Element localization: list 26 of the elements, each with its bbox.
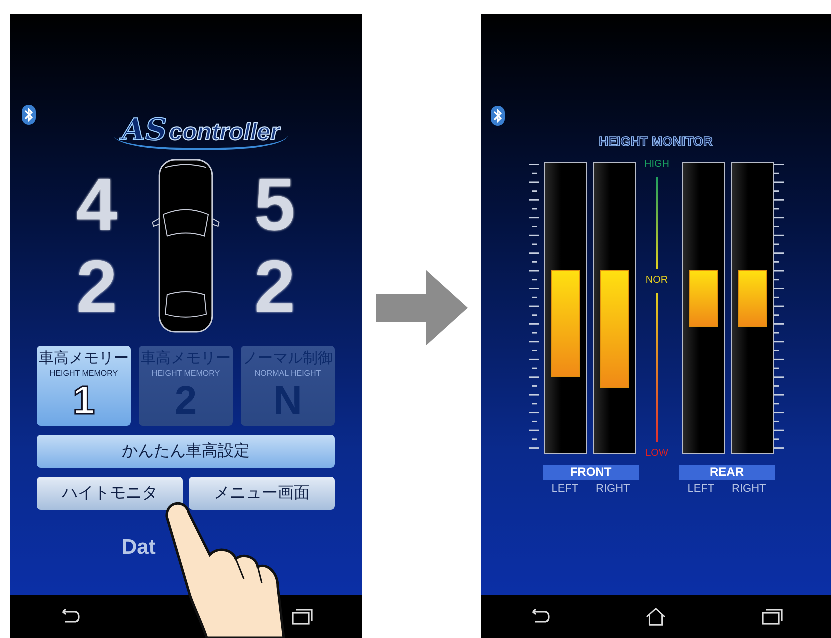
height-value: 4 <box>75 164 119 246</box>
easy-height-setting-button[interactable]: かんたん車高設定 <box>37 435 335 468</box>
home-icon[interactable] <box>644 608 668 626</box>
app-logo: AScontroller <box>114 114 288 150</box>
memory-button[interactable]: 車高メモリー HEIGHT MEMORY 1 <box>37 346 131 426</box>
height-value: 2 <box>75 246 119 328</box>
side-label: LEFT <box>552 483 579 495</box>
bluetooth-icon <box>491 106 505 126</box>
side-label: RIGHT <box>732 483 766 495</box>
side-label: RIGHT <box>596 483 630 495</box>
axle-label: FRONT <box>543 465 639 480</box>
right-arrow-icon <box>376 270 468 346</box>
axle-label: REAR <box>679 465 775 480</box>
recent-apps-icon[interactable] <box>760 608 785 626</box>
recent-apps-icon[interactable] <box>291 608 316 626</box>
side-label: LEFT <box>688 483 715 495</box>
high-label: HIGH <box>644 159 670 171</box>
height-value: 5 <box>253 164 297 246</box>
normal-label: NOR <box>646 275 668 288</box>
screen-title: HEIGHT MONITOR <box>598 134 714 149</box>
brand-logo: Dat <box>122 536 156 560</box>
menu-screen-button[interactable]: メニュー画面 <box>189 477 335 510</box>
low-label: LOW <box>646 448 668 460</box>
height-monitor-button[interactable]: ハイトモニタ <box>37 477 183 510</box>
height-value: 2 <box>253 246 297 328</box>
bluetooth-icon <box>22 105 36 125</box>
